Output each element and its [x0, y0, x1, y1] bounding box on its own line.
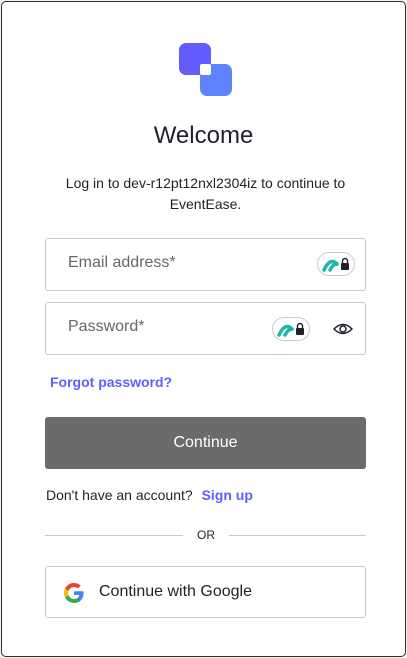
page-subtitle: Log in to dev-r12pt12nxl2304iz to contin…	[65, 175, 346, 212]
password-placeholder: Password*	[68, 318, 145, 335]
signup-row: Don't have an account? Sign up	[46, 487, 253, 503]
divider-label: OR	[197, 528, 215, 542]
continue-with-google-button[interactable]: Continue with Google	[45, 566, 366, 618]
signup-prompt: Don't have an account?	[46, 487, 193, 503]
password-manager-icon[interactable]	[317, 252, 355, 276]
page-title: Welcome	[153, 122, 254, 149]
forgot-password-link[interactable]: Forgot password?	[50, 374, 172, 390]
eye-icon[interactable]	[333, 319, 353, 339]
google-button-label: Continue with Google	[99, 583, 252, 600]
divider-line	[45, 535, 183, 536]
app-logo-icon	[179, 43, 232, 96]
continue-button[interactable]: Continue	[45, 417, 366, 469]
email-placeholder: Email address*	[68, 254, 176, 271]
email-field[interactable]: Email address*	[45, 238, 366, 291]
divider-line	[229, 535, 366, 536]
signup-link[interactable]: Sign up	[202, 487, 253, 503]
password-field[interactable]: Password*	[45, 302, 366, 355]
google-icon	[64, 583, 84, 603]
login-card: Welcome Log in to dev-r12pt12nxl2304iz t…	[1, 1, 406, 657]
password-manager-icon[interactable]	[272, 317, 310, 341]
